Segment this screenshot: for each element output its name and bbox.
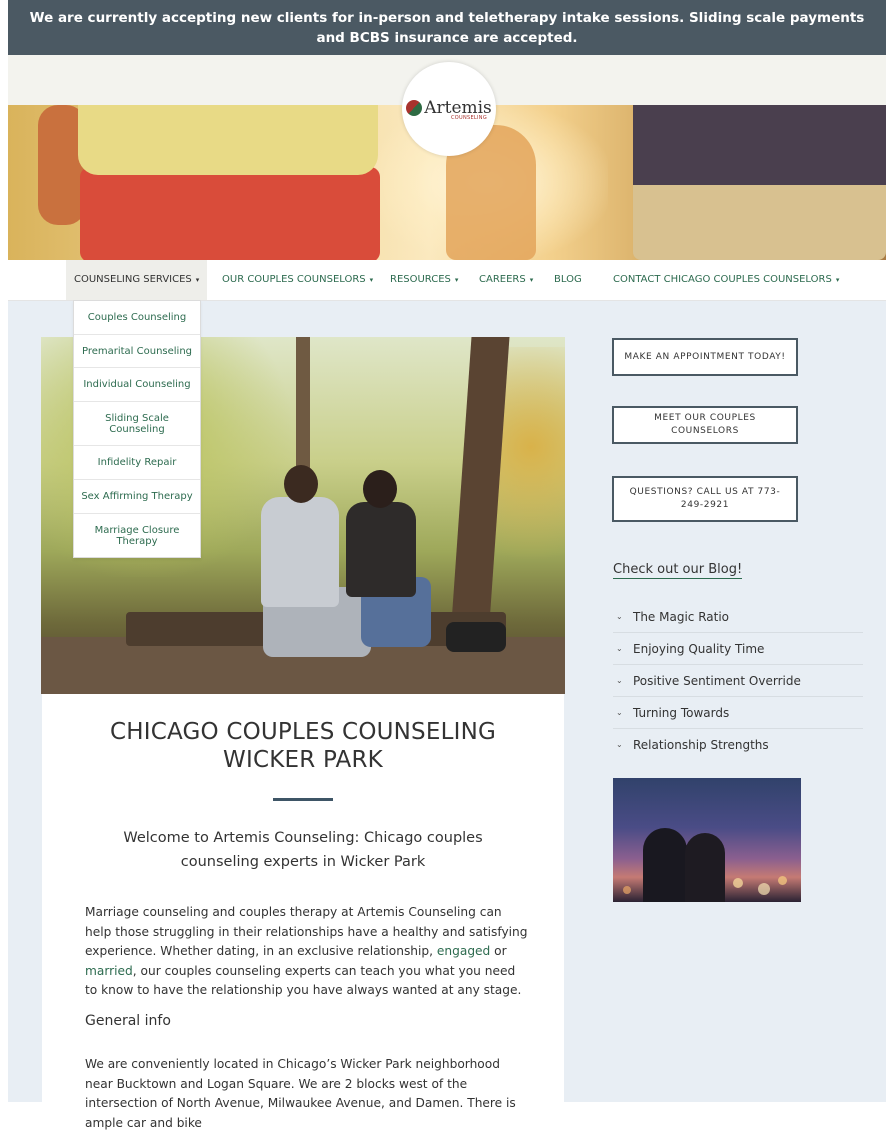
blog-item-label: Positive Sentiment Override — [633, 673, 801, 688]
blog-item-turning-towards[interactable]: ⌄ Turning Towards — [613, 697, 863, 729]
caret-down-icon: ▾ — [529, 276, 534, 284]
dropdown-item-individual-counseling[interactable]: Individual Counseling — [74, 368, 200, 402]
blog-item-positive-sentiment[interactable]: ⌄ Positive Sentiment Override — [613, 665, 863, 697]
chevron-down-icon: ⌄ — [616, 612, 623, 621]
call-us-button[interactable]: QUESTIONS? CALL US AT 773-249-2921 — [612, 476, 798, 522]
blog-item-label: Turning Towards — [633, 705, 730, 720]
married-link[interactable]: married — [85, 964, 133, 978]
intro-text: or — [490, 944, 507, 958]
blog-item-quality-time[interactable]: ⌄ Enjoying Quality Time — [613, 633, 863, 665]
nav-our-couples-counselors[interactable]: OUR COUPLES COUNSELORS ▾ — [222, 260, 373, 300]
nav-label: COUNSELING SERVICES — [74, 274, 192, 285]
announcement-text: We are currently accepting new clients f… — [29, 10, 865, 46]
general-info-heading: General info — [85, 1013, 171, 1029]
site-logo[interactable]: Artemis COUNSELING — [402, 62, 496, 156]
chevron-down-icon: ⌄ — [616, 644, 623, 653]
page-title: CHICAGO COUPLES COUNSELING WICKER PARK — [42, 718, 564, 774]
blog-link[interactable]: Check out our Blog! — [613, 562, 743, 579]
blog-item-relationship-strengths[interactable]: ⌄ Relationship Strengths — [613, 729, 863, 760]
dropdown-item-sex-affirming-therapy[interactable]: Sex Affirming Therapy — [74, 480, 200, 514]
make-appointment-button[interactable]: MAKE AN APPOINTMENT TODAY! — [612, 338, 798, 376]
dropdown-item-couples-counseling[interactable]: Couples Counseling — [74, 301, 200, 335]
logo-subtext: COUNSELING — [450, 114, 488, 121]
blog-item-magic-ratio[interactable]: ⌄ The Magic Ratio — [613, 601, 863, 633]
nav-resources[interactable]: RESOURCES ▾ — [390, 260, 458, 300]
article-card: CHICAGO COUPLES COUNSELING WICKER PARK W… — [42, 694, 564, 1130]
nav-contact[interactable]: CONTACT CHICAGO COUPLES COUNSELORS ▾ — [613, 260, 839, 300]
article-intro-paragraph: Marriage counseling and couples therapy … — [85, 903, 530, 1001]
meet-counselors-button[interactable]: MEET OUR COUPLES COUNSELORS — [612, 406, 798, 444]
engaged-link[interactable]: engaged — [437, 944, 490, 958]
announcement-bar: We are currently accepting new clients f… — [8, 0, 886, 55]
main-nav: COUNSELING SERVICES ▾ OUR COUPLES COUNSEL… — [8, 260, 886, 301]
dropdown-item-marriage-closure[interactable]: Marriage Closure Therapy — [74, 514, 200, 557]
nav-label: OUR COUPLES COUNSELORS — [222, 274, 366, 285]
nav-label: CONTACT CHICAGO COUPLES COUNSELORS — [613, 274, 832, 285]
general-info-paragraph: We are conveniently located in Chicago’s… — [85, 1057, 516, 1130]
nav-counseling-services[interactable]: COUNSELING SERVICES ▾ — [66, 260, 208, 300]
title-line-1: CHICAGO COUPLES COUNSELING — [109, 719, 497, 745]
dropdown-item-sliding-scale[interactable]: Sliding Scale Counseling — [74, 402, 200, 446]
nav-label: RESOURCES — [390, 274, 451, 285]
nav-blog[interactable]: BLOG — [554, 260, 582, 300]
caret-down-icon: ▾ — [454, 276, 459, 284]
dropdown-item-infidelity-repair[interactable]: Infidelity Repair — [74, 446, 200, 480]
blog-item-label: The Magic Ratio — [633, 609, 730, 624]
nav-label: BLOG — [554, 274, 582, 285]
counseling-services-dropdown: Couples Counseling Premarital Counseling… — [73, 300, 201, 558]
blog-item-label: Enjoying Quality Time — [633, 641, 765, 656]
nav-label: CAREERS — [479, 274, 526, 285]
title-line-2: WICKER PARK — [223, 747, 383, 773]
caret-down-icon: ▾ — [369, 276, 374, 284]
sidebar-couple-image[interactable] — [613, 778, 801, 902]
nav-careers[interactable]: CAREERS ▾ — [479, 260, 533, 300]
dropdown-item-premarital-counseling[interactable]: Premarital Counseling — [74, 335, 200, 368]
chevron-down-icon: ⌄ — [616, 676, 623, 685]
title-divider — [273, 798, 333, 801]
intro-text: , our couples counseling experts can tea… — [85, 963, 522, 998]
caret-down-icon: ▾ — [195, 276, 200, 284]
blog-post-list: ⌄ The Magic Ratio ⌄ Enjoying Quality Tim… — [613, 601, 863, 760]
chevron-down-icon: ⌄ — [616, 708, 623, 717]
caret-down-icon: ▾ — [835, 276, 840, 284]
leaf-icon — [406, 99, 423, 116]
article-subtitle: Welcome to Artemis Counseling: Chicago c… — [123, 830, 483, 870]
chevron-down-icon: ⌄ — [616, 740, 623, 749]
blog-item-label: Relationship Strengths — [633, 737, 769, 752]
